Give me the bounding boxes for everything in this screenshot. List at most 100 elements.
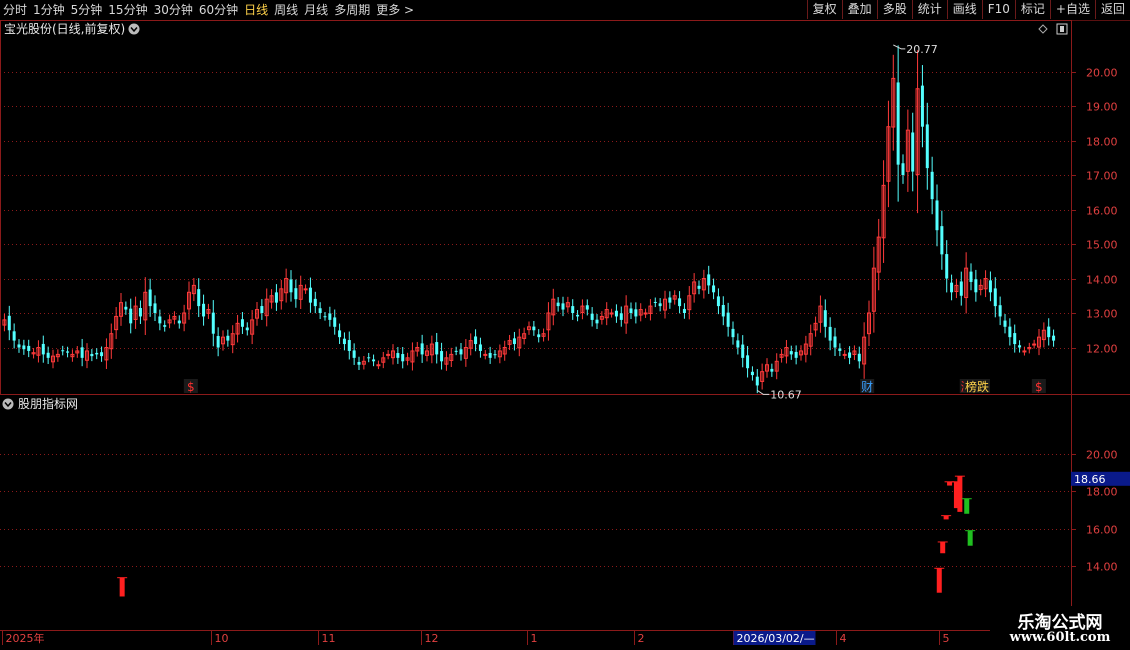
candle[interactable] [114, 307, 119, 340]
candle[interactable] [662, 290, 668, 319]
candle[interactable] [954, 278, 959, 299]
candle[interactable] [440, 342, 444, 370]
candle[interactable] [381, 351, 386, 369]
candle[interactable] [474, 329, 478, 352]
candle[interactable] [478, 337, 482, 358]
candle[interactable] [254, 301, 260, 326]
candle[interactable] [488, 346, 492, 364]
candle[interactable] [2, 313, 7, 332]
candle[interactable] [565, 296, 570, 313]
candle[interactable] [653, 297, 657, 308]
candle[interactable] [532, 320, 536, 336]
candle[interactable] [396, 346, 400, 364]
candle[interactable] [823, 299, 827, 338]
panel-toggle-icon[interactable] [1056, 23, 1068, 35]
indicator-dropdown-icon[interactable] [2, 398, 14, 410]
candle[interactable] [969, 263, 973, 291]
candle[interactable] [1003, 313, 1007, 334]
candle[interactable] [172, 311, 177, 325]
candle[interactable] [197, 278, 201, 318]
candle[interactable] [857, 346, 861, 369]
candle[interactable] [901, 154, 905, 184]
candle[interactable] [31, 348, 36, 359]
candle[interactable] [774, 353, 779, 380]
candle[interactable] [920, 65, 924, 148]
candle[interactable] [1032, 339, 1037, 349]
candle[interactable] [191, 277, 196, 302]
candle[interactable] [463, 339, 468, 367]
candle[interactable] [424, 345, 430, 362]
candle[interactable] [746, 346, 750, 378]
candle[interactable] [935, 184, 939, 247]
candle[interactable] [808, 324, 813, 356]
candle[interactable] [186, 281, 192, 320]
candle[interactable] [697, 280, 701, 295]
candle[interactable] [1018, 340, 1022, 353]
candle[interactable] [303, 284, 308, 294]
candle[interactable] [886, 100, 891, 208]
candle[interactable] [1047, 318, 1051, 346]
candle[interactable] [7, 305, 11, 341]
candle[interactable] [818, 295, 823, 333]
candle[interactable] [876, 218, 881, 291]
chart-area[interactable]: 12.00 13.00 14.00 15.00 16.00 17.00 18.00 19.00… [0, 0, 1130, 650]
candle[interactable] [993, 277, 997, 318]
candle[interactable] [415, 341, 420, 357]
candle[interactable] [497, 344, 502, 364]
diamond-icon[interactable] [1038, 24, 1048, 34]
candle[interactable] [177, 315, 181, 329]
candle[interactable] [726, 302, 730, 337]
candle[interactable] [158, 309, 162, 331]
candle[interactable] [328, 306, 332, 327]
candle[interactable] [576, 310, 580, 322]
candle[interactable] [202, 294, 206, 326]
candle[interactable] [712, 278, 716, 300]
candle[interactable] [925, 102, 929, 190]
candle[interactable] [260, 299, 264, 320]
candle[interactable] [595, 314, 599, 329]
candle[interactable] [541, 328, 546, 342]
candle[interactable] [70, 349, 75, 362]
event-marker[interactable]: 榜跌 [965, 379, 989, 394]
indicator-bar[interactable] [964, 498, 970, 514]
event-markers[interactable]: $财涨榜跌$ [183, 379, 1046, 394]
candle[interactable] [891, 54, 896, 151]
candle[interactable] [129, 298, 133, 334]
candle[interactable] [871, 246, 876, 333]
indicator-bar[interactable] [943, 515, 949, 520]
candle[interactable] [240, 312, 244, 334]
candle[interactable] [604, 302, 609, 326]
indicator-bar[interactable] [940, 541, 946, 554]
candle[interactable] [367, 352, 371, 363]
candle[interactable] [36, 340, 41, 363]
candle[interactable] [789, 345, 793, 360]
candle[interactable] [842, 350, 847, 360]
candle[interactable] [770, 363, 774, 377]
candle[interactable] [41, 335, 45, 363]
candle[interactable] [55, 349, 60, 362]
candle[interactable] [216, 327, 220, 357]
candle[interactable] [483, 350, 488, 360]
event-marker[interactable]: $ [1035, 380, 1043, 394]
candle[interactable] [308, 277, 312, 313]
candle[interactable] [668, 291, 672, 309]
candle[interactable] [648, 299, 653, 321]
candle[interactable] [318, 302, 322, 320]
candle[interactable] [905, 109, 910, 192]
candle[interactable] [1027, 342, 1032, 354]
candle[interactable] [84, 343, 90, 369]
candle[interactable] [167, 314, 172, 329]
candle[interactable] [556, 297, 560, 312]
candle[interactable] [838, 343, 842, 357]
candle[interactable] [828, 317, 832, 351]
candle[interactable] [692, 273, 697, 303]
candle[interactable] [624, 295, 629, 334]
candle[interactable] [376, 360, 381, 370]
main-title-dropdown-icon[interactable] [128, 23, 140, 35]
candle[interactable] [468, 333, 473, 356]
candle[interactable] [294, 279, 298, 308]
candle[interactable] [784, 339, 789, 364]
candle[interactable] [323, 312, 327, 321]
candle[interactable] [571, 299, 575, 320]
candle[interactable] [220, 330, 226, 351]
